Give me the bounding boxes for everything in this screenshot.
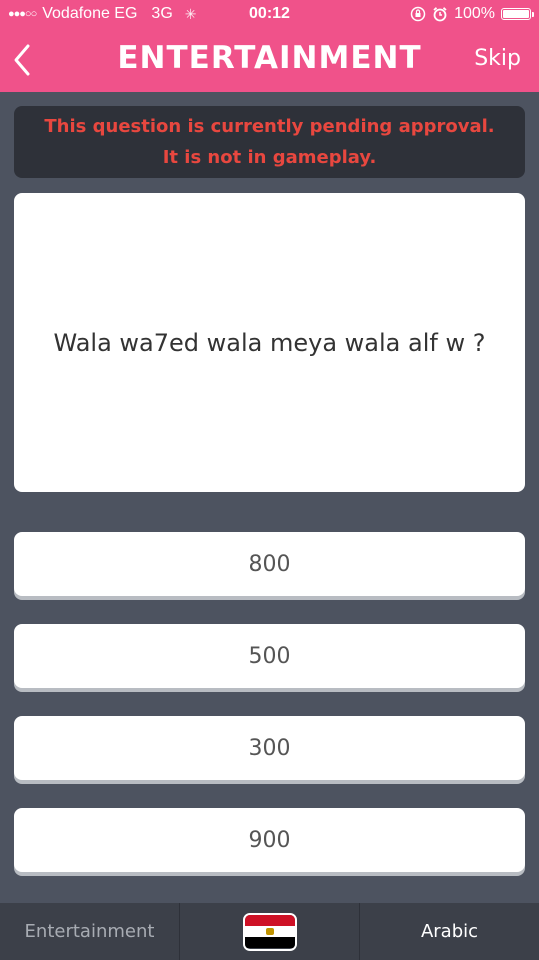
tab-country[interactable] (180, 903, 360, 960)
alarm-icon (433, 7, 447, 22)
answer-button-4[interactable]: 900 (14, 808, 525, 872)
navigation-bar: ENTERTAINMENT Skip (0, 30, 539, 92)
question-text: Wala wa7ed wala meya wala alf w ? (53, 328, 486, 357)
rotation-lock-icon (410, 6, 426, 22)
battery-percent: 100% (454, 5, 495, 22)
page-title: ENTERTAINMENT (117, 40, 422, 76)
status-bar: ●●●○○ Vodafone EG 3G ✳ 00:12 100% (0, 0, 539, 30)
header: ●●●○○ Vodafone EG 3G ✳ 00:12 100% ENTERT… (0, 0, 539, 92)
answer-button-2[interactable]: 500 (14, 624, 525, 688)
notice-line-2: It is not in gameplay. (162, 147, 377, 168)
answer-button-3[interactable]: 300 (14, 716, 525, 780)
skip-button[interactable]: Skip (474, 46, 521, 71)
pending-approval-notice: This question is currently pending appro… (14, 106, 525, 178)
egypt-flag-icon (242, 912, 297, 951)
tab-category[interactable]: Entertainment (0, 903, 180, 960)
battery-icon (501, 8, 534, 20)
question-card: Wala wa7ed wala meya wala alf w ? (14, 193, 525, 492)
bottom-tab-bar: Entertainment Arabic (0, 903, 539, 960)
tab-language[interactable]: Arabic (360, 903, 539, 960)
answer-button-1[interactable]: 800 (14, 532, 525, 596)
status-bar-right: 100% (410, 5, 534, 23)
notice-line-1: This question is currently pending appro… (44, 116, 495, 137)
